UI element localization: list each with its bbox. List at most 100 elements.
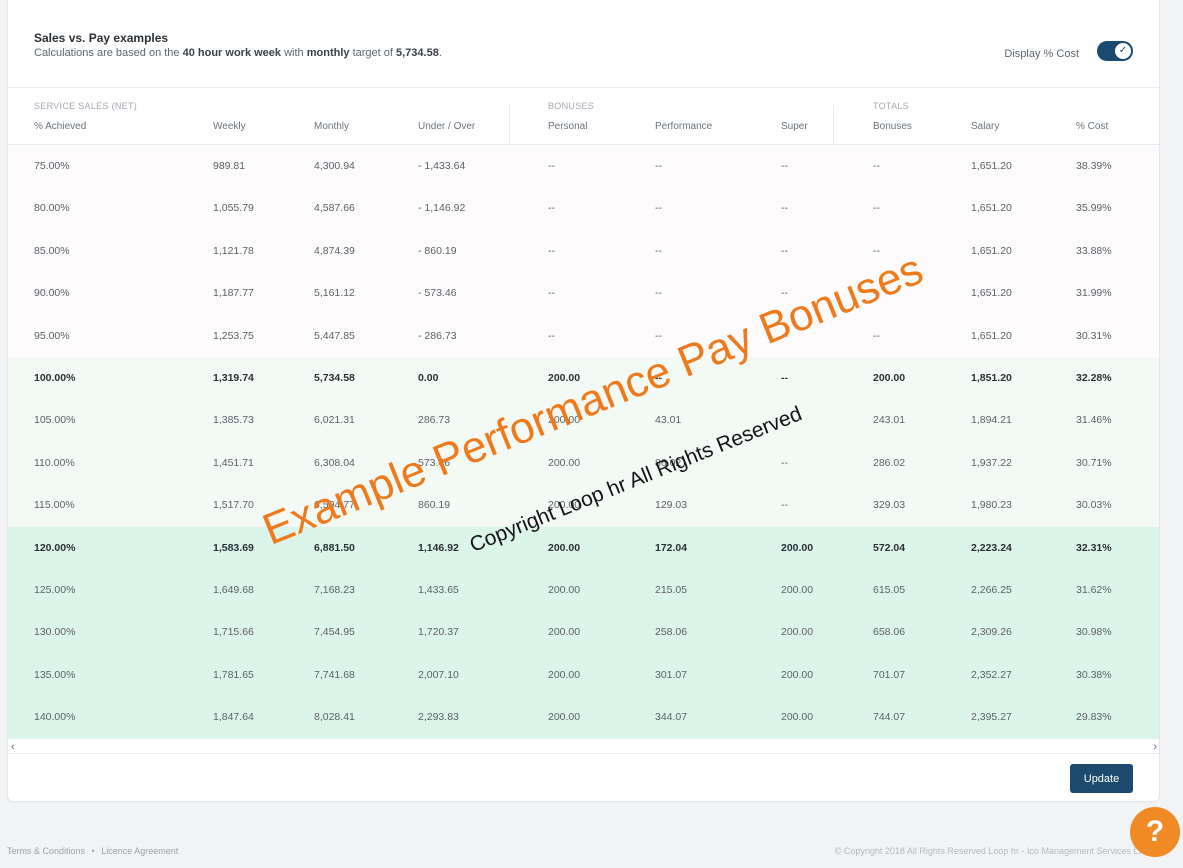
table-row: 80.00% 1,055.79 4,587.66 - 1,146.92 -- -- -- --… bbox=[8, 187, 1159, 230]
table-cell: -- bbox=[655, 160, 662, 172]
table-cell: -- bbox=[548, 287, 555, 300]
table-cell: 1,851.20 bbox=[971, 372, 1012, 384]
table-cell: 31.99% bbox=[1076, 287, 1112, 300]
table-cell: 86.02 bbox=[655, 456, 682, 469]
table-cell: 90.00% bbox=[34, 287, 70, 300]
table-cell: 95.00% bbox=[34, 329, 70, 342]
table-cell: -- bbox=[781, 244, 788, 257]
table-cell: 1,583.69 bbox=[213, 541, 254, 554]
table-cell: 38.39% bbox=[1076, 160, 1112, 172]
table-cell: 1,980.23 bbox=[971, 499, 1012, 512]
table-cell: 1,433.65 bbox=[418, 584, 459, 596]
table-cell: 200.00 bbox=[781, 626, 814, 639]
table-cell: 6,308.04 bbox=[314, 456, 355, 469]
table-cell: 200.00 bbox=[873, 372, 906, 384]
table-cell: 29.83% bbox=[1076, 711, 1112, 724]
table-row: 85.00% 1,121.78 4,874.39 - 860.19 -- -- -- -- 1,… bbox=[8, 229, 1159, 273]
table-row: 110.00% 1,451.71 6,308.04 573.46 200.00 86.02… bbox=[8, 441, 1159, 485]
table-cell: -- bbox=[655, 202, 662, 215]
table-cell: 1,253.75 bbox=[213, 329, 254, 342]
table-row: 90.00% 1,187.77 5,161.12 - 573.46 -- -- -- -- 1,… bbox=[8, 272, 1159, 315]
column-header: Performance bbox=[655, 121, 713, 132]
table-cell: 85.00% bbox=[34, 244, 70, 257]
table-cell: 1,781.65 bbox=[213, 668, 254, 681]
table-cell: 1,715.66 bbox=[213, 626, 254, 639]
table-cell: 1,651.20 bbox=[971, 287, 1012, 300]
table-cell: 129.03 bbox=[655, 499, 688, 512]
work-week-hours: 40 hour work week bbox=[182, 47, 282, 59]
table-cell: -- bbox=[655, 287, 662, 300]
table-cell: 2,395.27 bbox=[971, 711, 1012, 724]
scroll-left-icon[interactable]: ‹ bbox=[11, 741, 15, 753]
table-cell: 140.00% bbox=[34, 711, 76, 724]
table-cell: 1,187.77 bbox=[213, 287, 254, 300]
table-cell: 30.03% bbox=[1076, 499, 1112, 512]
column-header: % Achieved bbox=[34, 121, 87, 132]
table-cell: 243.01 bbox=[873, 414, 906, 427]
sales-vs-pay-card: Sales vs. Pay examples Calculations are … bbox=[7, 0, 1160, 802]
table-cell: - 860.19 bbox=[418, 244, 457, 257]
table-cell: 5,734.58 bbox=[314, 372, 355, 384]
footer-divider bbox=[8, 753, 1159, 754]
card-subtitle: Calculations are based on the 40 hour wo… bbox=[34, 47, 442, 59]
table-cell: 200.00 bbox=[781, 584, 814, 596]
table-cell: 1,055.79 bbox=[213, 202, 254, 215]
table-cell: 6,594.77 bbox=[314, 499, 355, 512]
table-cell: 125.00% bbox=[34, 584, 76, 596]
group-bonuses: BONUSES bbox=[548, 101, 595, 111]
table-cell: 32.28% bbox=[1076, 372, 1112, 384]
table-cell: 286.02 bbox=[873, 456, 906, 469]
table-cell: 701.07 bbox=[873, 668, 906, 681]
update-button[interactable]: Update bbox=[1070, 764, 1133, 793]
table-row: 140.00% 1,847.64 8,028.41 2,293.83 200.00 344… bbox=[8, 696, 1159, 739]
help-button[interactable]: ? bbox=[1130, 807, 1180, 857]
table-cell: 130.00% bbox=[34, 626, 76, 639]
footer-links: Terms & Conditions • Licence Agreement bbox=[7, 846, 178, 856]
table-cell: -- bbox=[548, 160, 555, 172]
table-cell: 744.07 bbox=[873, 711, 906, 724]
table-cell: 572.04 bbox=[873, 541, 906, 554]
target-period: monthly bbox=[306, 47, 350, 59]
table-cell: -- bbox=[781, 499, 788, 512]
table-cell: 200.00 bbox=[548, 668, 581, 681]
table-cell: 1,385.73 bbox=[213, 414, 254, 427]
table-cell: -- bbox=[781, 372, 788, 384]
table-cell: 6,021.31 bbox=[314, 414, 355, 427]
table-cell: 1,937.22 bbox=[971, 456, 1012, 469]
column-header: Under / Over bbox=[418, 121, 476, 132]
table-cell: 5,447.85 bbox=[314, 329, 355, 342]
terms-link[interactable]: Terms & Conditions bbox=[7, 846, 85, 856]
table-cell: 200.00 bbox=[548, 711, 581, 724]
table-cell: 329.03 bbox=[873, 499, 906, 512]
scroll-right-icon[interactable]: › bbox=[1153, 741, 1157, 753]
licence-link[interactable]: Licence Agreement bbox=[101, 846, 178, 856]
table-row: 95.00% 1,253.75 5,447.85 - 286.73 -- -- -- -- 1,… bbox=[8, 314, 1159, 357]
table-cell: -- bbox=[548, 244, 555, 257]
table-cell: 2,352.27 bbox=[971, 668, 1012, 681]
table-cell: 30.71% bbox=[1076, 456, 1112, 469]
table-cell: 1,894.21 bbox=[971, 414, 1012, 427]
table-cell: 1,847.64 bbox=[213, 711, 254, 724]
table-row: 105.00% 1,385.73 6,021.31 286.73 200.00 43.01… bbox=[8, 399, 1159, 442]
table-cell: 1,517.70 bbox=[213, 499, 254, 512]
table-cell: 344.07 bbox=[655, 711, 688, 724]
table-cell: -- bbox=[781, 287, 788, 300]
table-cell: -- bbox=[655, 329, 662, 342]
table-cell: 7,741.68 bbox=[314, 668, 355, 681]
display-cost-toggle[interactable]: ✓ bbox=[1097, 41, 1133, 61]
table-cell: 43.01 bbox=[655, 414, 682, 427]
table-cell: 1,651.20 bbox=[971, 160, 1012, 172]
table-cell: 258.06 bbox=[655, 626, 688, 639]
column-divider bbox=[509, 105, 510, 145]
check-icon: ✓ bbox=[1115, 43, 1131, 59]
table-cell: 105.00% bbox=[34, 414, 76, 427]
table-cell: 31.62% bbox=[1076, 584, 1112, 596]
table-cell: 1,319.74 bbox=[213, 372, 254, 384]
table-cell: 1,121.78 bbox=[213, 244, 254, 257]
table-cell: 2,309.26 bbox=[971, 626, 1012, 639]
group-totals: TOTALS bbox=[873, 101, 909, 111]
card-title: Sales vs. Pay examples bbox=[34, 31, 169, 45]
table-cell: -- bbox=[873, 244, 880, 257]
table-cell: -- bbox=[781, 329, 788, 342]
table-cell: 135.00% bbox=[34, 668, 76, 681]
